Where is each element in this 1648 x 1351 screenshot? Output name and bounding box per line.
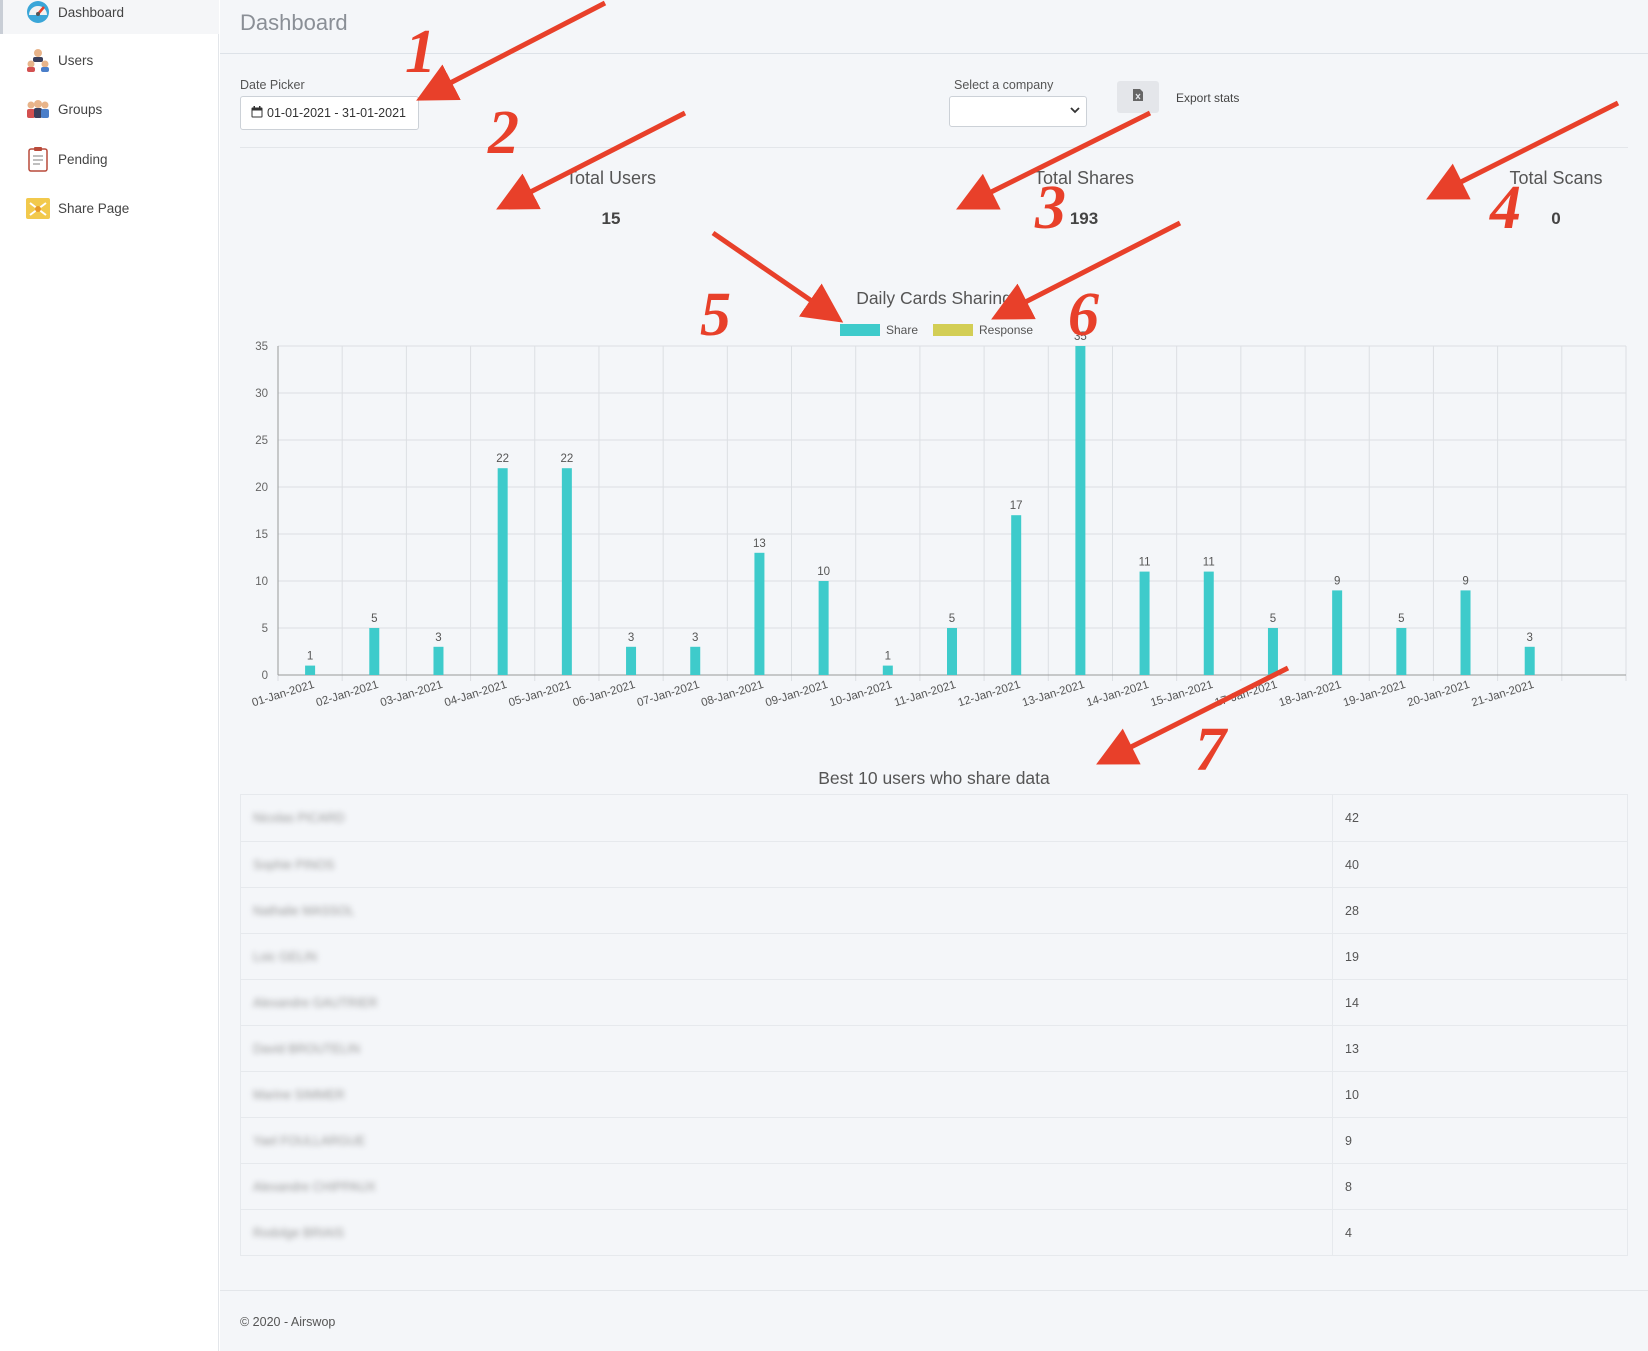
calendar-icon	[251, 105, 263, 121]
share-count: 9	[1345, 1133, 1352, 1148]
user-name: Nicolas PICARD	[253, 811, 345, 825]
company-select[interactable]	[949, 96, 1087, 127]
user-name: David BROUTELIN	[253, 1041, 360, 1056]
table-row: Rodolge BRIAIS 4	[241, 1209, 1627, 1255]
share-count: 13	[1345, 1041, 1359, 1056]
user-name: Alexandre GAUTRIER	[253, 995, 378, 1010]
user-name: Yael FOULLARGUE	[253, 1133, 366, 1148]
page-title: Dashboard	[240, 10, 348, 35]
sidebar-item-label: Share Page	[58, 200, 130, 216]
table-row: Loic GELIN 19	[241, 933, 1627, 979]
sidebar-item-label: Dashboard	[58, 4, 125, 20]
sidebar-active-indicator	[0, 0, 3, 34]
sidebar-item-share-page[interactable]: Share Page	[24, 188, 129, 228]
table-row: Sophie PINOS 40	[241, 841, 1627, 887]
users-icon	[24, 46, 52, 74]
user-name: Alexandre CHIPPAUX	[253, 1179, 376, 1194]
date-picker-label: Date Picker	[240, 78, 305, 92]
dashboard-gauge-icon	[24, 0, 52, 26]
export-stats-label[interactable]: Export stats	[1176, 91, 1239, 105]
footer: © 2020 - Airswop	[220, 1290, 1648, 1351]
groups-icon	[24, 95, 52, 123]
share-count: 19	[1345, 949, 1359, 964]
table-row: Marine SIMMER 10	[241, 1071, 1627, 1117]
sidebar-item-users[interactable]: Users	[24, 40, 93, 80]
excel-file-icon	[1132, 88, 1144, 107]
sidebar-item-dashboard[interactable]: Dashboard	[24, 0, 124, 32]
chart-title: Daily Cards Sharing	[856, 288, 1012, 308]
share-count: 10	[1345, 1087, 1359, 1102]
table-row: Alexandre GAUTRIER 14	[241, 979, 1627, 1025]
sidebar-item-pending[interactable]: Pending	[24, 139, 108, 179]
total-scans-value: 0	[1551, 209, 1561, 228]
table-row: Nicolas PICARD 42	[241, 795, 1627, 841]
share-count: 28	[1345, 903, 1359, 918]
sidebar-item-label: Users	[58, 52, 94, 68]
total-users-value: 15	[601, 209, 621, 228]
company-select-label: Select a company	[954, 78, 1054, 92]
clipboard-icon	[24, 145, 52, 173]
user-name: Nathalie MASSOL	[253, 903, 355, 918]
user-name: Marine SIMMER	[253, 1087, 345, 1102]
share-count: 4	[1345, 1225, 1352, 1240]
table-row: David BROUTELIN 13	[241, 1025, 1627, 1071]
share-count: 14	[1345, 995, 1359, 1010]
user-name: Loic GELIN	[253, 949, 317, 964]
sidebar-item-groups[interactable]: Groups	[24, 89, 102, 129]
top-users-table: Nicolas PICARD 42 Sophie PINOS 40 Nathalie…	[240, 794, 1628, 1256]
total-scans-label: Total Scans	[1509, 168, 1603, 188]
export-stats-button[interactable]	[1117, 81, 1159, 113]
sidebar-item-label: Pending	[58, 151, 108, 167]
share-count: 42	[1345, 811, 1359, 825]
table-row: Alexandre CHIPPAUX 8	[241, 1163, 1627, 1209]
table-row: Nathalie MASSOL 28	[241, 887, 1627, 933]
total-users-label: Total Users	[565, 168, 657, 188]
sidebar: Dashboard Users Groups Pending Share Pag…	[0, 0, 219, 1351]
sidebar-item-label: Groups	[58, 101, 103, 117]
top-users-title: Best 10 users who share data	[818, 768, 1050, 788]
total-shares-label: Total Shares	[1033, 168, 1135, 188]
chevron-down-icon	[1070, 104, 1080, 118]
share-page-icon	[24, 194, 52, 222]
date-range-input[interactable]: 01-01-2021 - 31-01-2021	[240, 96, 419, 130]
share-count: 40	[1345, 857, 1359, 872]
total-shares-value: 193	[1069, 209, 1099, 228]
user-name: Rodolge BRIAIS	[253, 1225, 345, 1240]
page-header: Dashboard	[220, 0, 1648, 54]
date-range-value: 01-01-2021 - 31-01-2021	[267, 106, 406, 120]
copyright-text: © 2020 - Airswop	[240, 1315, 336, 1329]
user-name: Sophie PINOS	[253, 857, 335, 872]
share-count: 8	[1345, 1179, 1352, 1194]
main-content: Dashboard Date Picker 01-01-2021 - 31-01…	[220, 0, 1648, 1351]
table-row: Yael FOULLARGUE 9	[241, 1117, 1627, 1163]
divider	[240, 147, 1628, 148]
